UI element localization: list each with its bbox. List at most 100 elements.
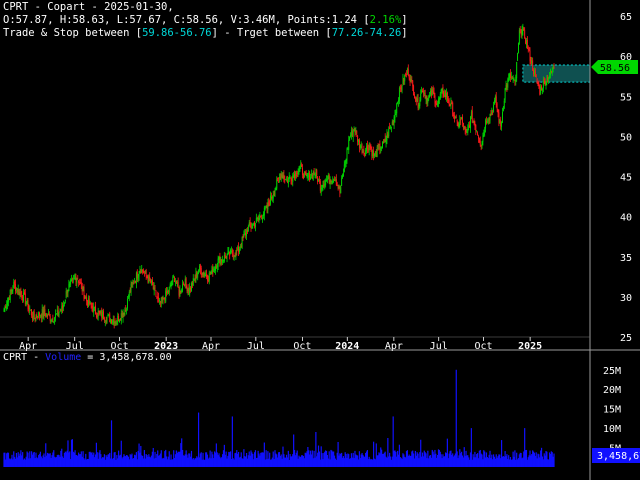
candle-body: [271, 197, 273, 199]
candle-body: [353, 129, 355, 131]
candle-body: [226, 254, 228, 259]
candle-body: [519, 29, 521, 34]
x-tick-label: Oct: [293, 341, 311, 352]
candle-body: [161, 296, 163, 300]
candle-body: [101, 312, 103, 318]
candle-body: [42, 310, 44, 316]
candle-body: [47, 315, 48, 317]
candle-body: [184, 278, 186, 287]
candle-body: [189, 287, 191, 295]
candle-body: [315, 169, 317, 177]
candle-body: [122, 313, 124, 319]
candle-body: [130, 283, 132, 293]
candle-body: [485, 119, 487, 129]
candle-body: [248, 222, 250, 225]
price-badge: 58.56: [591, 60, 638, 74]
candle-body: [471, 110, 473, 123]
candle-body: [195, 272, 197, 280]
candle-body: [494, 96, 496, 102]
candle-body: [234, 254, 236, 257]
candle-body: [549, 70, 551, 75]
trade-line: Trade & Stop between [59.86-56.76] - Trg…: [3, 26, 408, 40]
candle-body: [406, 73, 407, 75]
candle-body: [34, 317, 36, 319]
candle-body: [429, 94, 431, 98]
candle-body: [372, 150, 374, 157]
candle-body: [171, 283, 173, 285]
candle-body: [147, 276, 149, 282]
candle-body: [179, 289, 181, 296]
x-tick-label: 2023: [154, 341, 178, 352]
candle-body: [40, 314, 42, 318]
candle-body: [55, 313, 56, 318]
candle-body: [225, 256, 227, 259]
candle-body: [28, 307, 30, 309]
candle-body: [167, 290, 168, 294]
candle-body: [388, 128, 390, 137]
candle-body: [406, 68, 408, 74]
candle-body: [465, 129, 467, 132]
candle-body: [207, 279, 209, 281]
candle-body: [484, 129, 486, 133]
candle-body: [425, 96, 427, 100]
candle-body: [145, 270, 147, 276]
candle-body: [409, 78, 411, 83]
candle-body: [320, 187, 322, 192]
candle-body: [253, 222, 255, 224]
candle-body: [49, 316, 51, 321]
candle-body: [314, 174, 316, 177]
candle-body: [438, 98, 439, 104]
candle-body: [473, 120, 475, 124]
candle-body: [87, 298, 89, 307]
candle-body: [129, 291, 131, 293]
candle-body: [163, 297, 165, 299]
candle-body: [10, 289, 12, 291]
candle-body: [206, 274, 208, 277]
candle-body: [72, 278, 74, 280]
candle-body: [176, 281, 178, 283]
candle-body: [378, 144, 380, 146]
candle-body: [63, 302, 65, 305]
candle-body: [13, 282, 15, 289]
candle-body: [533, 69, 535, 74]
candle-body: [82, 287, 84, 291]
candle-body: [255, 218, 257, 223]
candle-body: [128, 291, 130, 298]
candle-body: [217, 258, 219, 267]
candle-body: [499, 120, 501, 122]
candle-body: [164, 297, 166, 301]
candle-body: [398, 100, 399, 103]
candle-body: [346, 148, 348, 161]
price-volume-chart[interactable]: 253035404550556065 Apr Jul Oct 2023 Apr Jul Oc…: [0, 0, 640, 480]
candle-body: [385, 139, 387, 144]
candle-body: [92, 307, 94, 313]
candle-body: [476, 131, 478, 133]
candle-body: [466, 131, 468, 133]
candle-body: [478, 138, 480, 143]
candle-body: [66, 292, 68, 294]
candle-body: [408, 75, 410, 79]
candle-body: [305, 171, 307, 175]
candle-body: [116, 321, 118, 323]
candle-body: [431, 88, 433, 96]
candle-body: [139, 270, 141, 273]
candle-body: [204, 274, 206, 277]
candle-body: [415, 98, 417, 102]
candle-body: [76, 277, 78, 284]
candle-body: [75, 276, 77, 282]
candle-body: [172, 276, 174, 282]
candle-body: [546, 77, 548, 82]
candle-body: [294, 174, 295, 179]
candle-body: [256, 218, 258, 219]
candle-body: [53, 321, 55, 323]
candle-body: [313, 171, 315, 175]
candle-body: [146, 276, 148, 278]
candle-body: [479, 140, 481, 146]
candle-body: [373, 151, 375, 157]
candle-body: [162, 296, 164, 301]
candle-body: [493, 104, 495, 112]
x-tick-label: 2025: [518, 341, 542, 352]
x-tick-label: Apr: [385, 341, 403, 352]
candle-body: [342, 173, 344, 177]
candle-body: [362, 151, 364, 153]
